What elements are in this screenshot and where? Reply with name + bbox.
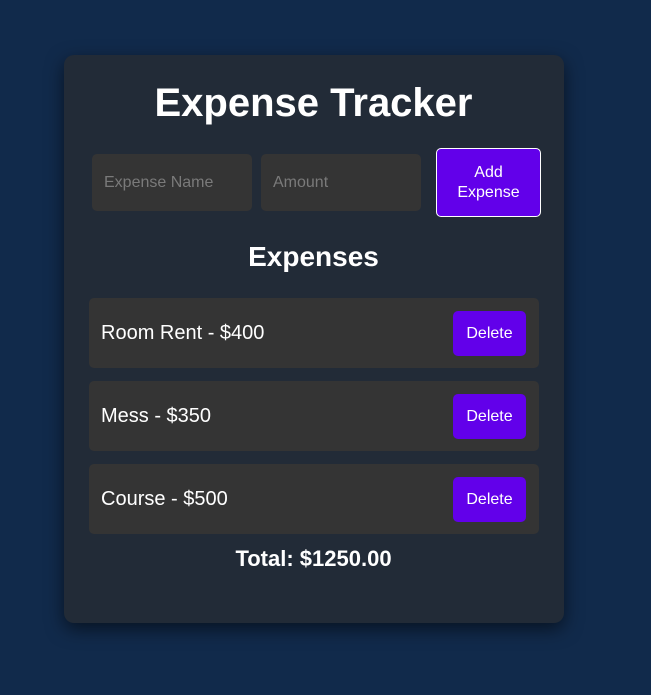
add-expense-button[interactable]: Add Expense xyxy=(436,148,541,217)
expense-name-input[interactable] xyxy=(92,154,252,211)
expense-item: Course - $500 Delete xyxy=(89,464,539,534)
delete-button[interactable]: Delete xyxy=(453,394,526,439)
delete-button[interactable]: Delete xyxy=(453,311,526,356)
expense-item-label: Course - $500 xyxy=(101,488,228,510)
expense-item: Mess - $350 Delete xyxy=(89,381,539,451)
amount-input[interactable] xyxy=(261,154,421,211)
expense-item: Room Rent - $400 Delete xyxy=(89,298,539,368)
delete-button[interactable]: Delete xyxy=(453,477,526,522)
expense-list: Room Rent - $400 Delete Mess - $350 Dele… xyxy=(89,298,539,547)
page-title: Expense Tracker xyxy=(154,81,473,125)
expense-item-label: Room Rent - $400 xyxy=(101,322,265,344)
total-amount: Total: $1250.00 xyxy=(235,546,392,571)
expenses-heading: Expenses xyxy=(248,241,379,272)
expense-item-label: Mess - $350 xyxy=(101,405,212,427)
